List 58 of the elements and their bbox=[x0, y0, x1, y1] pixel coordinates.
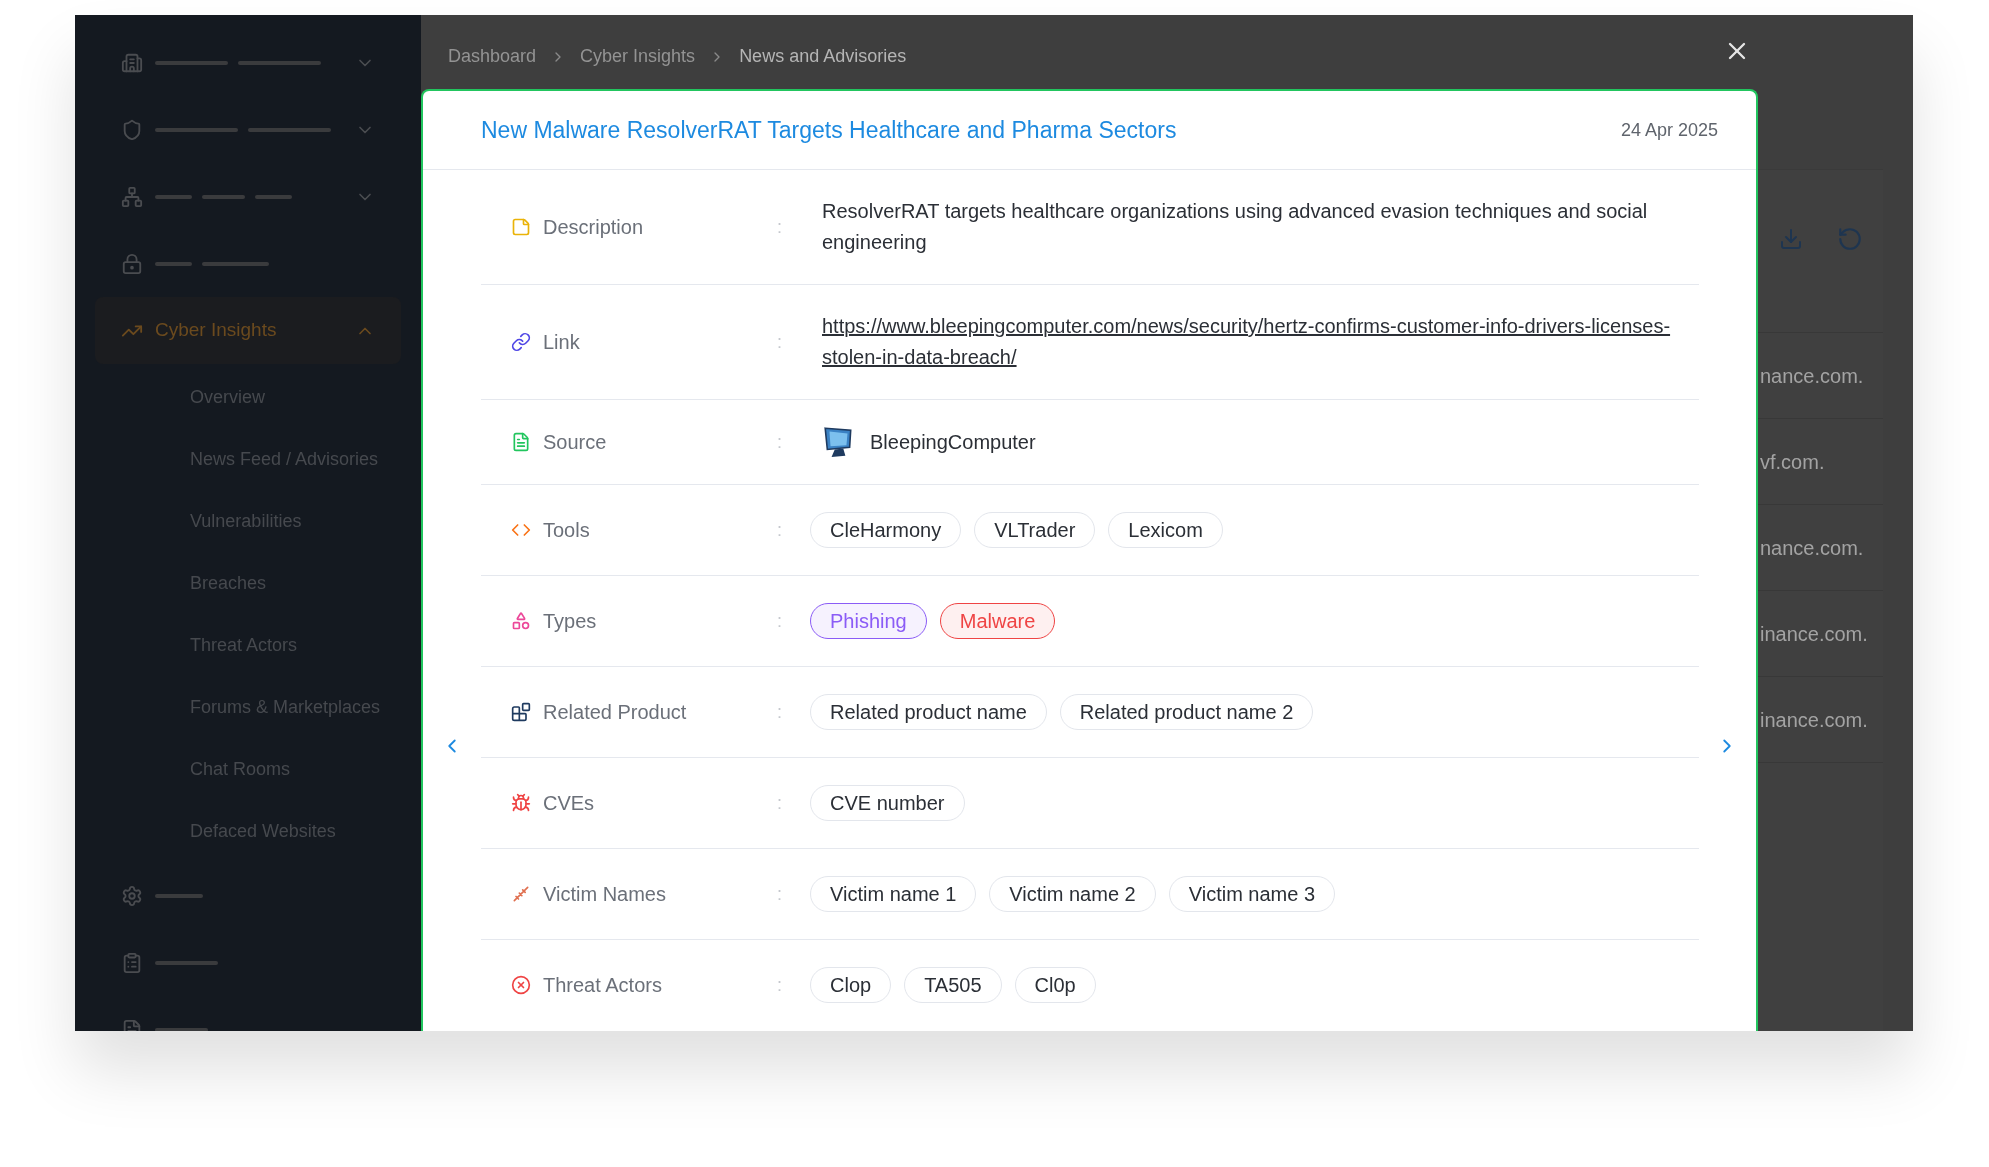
refresh-icon[interactable] bbox=[1837, 226, 1863, 252]
field-label: Types bbox=[543, 609, 597, 634]
breadcrumb-item[interactable]: News and Advisories bbox=[739, 43, 907, 70]
clipboard-icon[interactable] bbox=[121, 951, 143, 974]
colon-separator: : bbox=[777, 430, 783, 454]
colon-separator: : bbox=[777, 973, 783, 997]
colon-separator: : bbox=[777, 215, 783, 239]
table-cell-text: nance.com. bbox=[1760, 535, 1864, 561]
table-cell-text: inance.com. bbox=[1760, 621, 1868, 647]
modal-title: New Malware ResolverRAT Targets Healthcare and Pharma Sectors bbox=[481, 115, 1177, 145]
type-tag: Malware bbox=[939, 603, 1056, 639]
network-icon[interactable] bbox=[121, 185, 143, 208]
field-label: Related Product bbox=[543, 700, 687, 725]
colon-separator: : bbox=[777, 791, 783, 815]
colon-separator: : bbox=[777, 518, 783, 542]
document-icon bbox=[511, 432, 531, 452]
placeholder-bar bbox=[155, 960, 218, 965]
shapes-icon bbox=[511, 611, 531, 631]
link-icon bbox=[511, 332, 531, 352]
note-icon bbox=[511, 217, 531, 237]
colon-separator: : bbox=[777, 330, 783, 354]
field-label: Tools bbox=[543, 518, 590, 543]
stitched-line-icon bbox=[511, 884, 531, 904]
settings-icon[interactable] bbox=[121, 884, 143, 907]
placeholder-bar bbox=[155, 1027, 208, 1031]
field-label: Victim Names bbox=[543, 882, 666, 907]
placeholder-bar bbox=[255, 194, 292, 199]
table-cell-text: nance.com. bbox=[1760, 363, 1864, 389]
colon-separator: : bbox=[777, 700, 783, 724]
placeholder-bar bbox=[202, 194, 245, 199]
tag: Clop bbox=[810, 967, 892, 1003]
placeholder-bar bbox=[155, 893, 203, 898]
table-cell-text: vf.com. bbox=[1760, 449, 1825, 475]
shield-icon[interactable] bbox=[121, 118, 143, 141]
modal-date: 24 Apr 2025 bbox=[1620, 118, 1718, 142]
x-circle-icon bbox=[511, 975, 531, 995]
breadcrumb-item[interactable]: Dashboard bbox=[448, 43, 537, 70]
field-label: CVEs bbox=[543, 791, 595, 816]
description-text: ResolverRAT targets healthcare organizations using advanced evasion techniques and social engineering bbox=[822, 199, 1649, 255]
building-icon[interactable] bbox=[121, 51, 143, 74]
download-icon[interactable] bbox=[1779, 227, 1803, 251]
field-label: Description bbox=[543, 215, 644, 240]
bug-icon bbox=[511, 793, 531, 813]
colon-separator: : bbox=[777, 609, 783, 633]
source-name: BleepingComputer bbox=[870, 430, 1036, 455]
placeholder-bar bbox=[155, 261, 192, 266]
type-tag: Phishing bbox=[810, 603, 927, 639]
lock-icon[interactable] bbox=[121, 252, 143, 275]
field-label: Source bbox=[543, 430, 607, 455]
placeholder-bar bbox=[202, 261, 269, 266]
breadcrumb-item[interactable]: Cyber Insights bbox=[580, 43, 696, 70]
colon-separator: : bbox=[777, 882, 783, 906]
sidebar-item-label[interactable]: Cyber Insights bbox=[155, 316, 277, 345]
table-cell-text: inance.com. bbox=[1760, 707, 1868, 733]
placeholder-bar bbox=[155, 194, 192, 199]
field-label: Link bbox=[543, 330, 580, 355]
source-link[interactable]: https://www.bleepingcomputer.com/news/security/hertz-confirms-customer-info-drivers-licenses-stolen-in-data-breach/ bbox=[822, 311, 1679, 373]
field-label: Threat Actors bbox=[543, 973, 662, 998]
